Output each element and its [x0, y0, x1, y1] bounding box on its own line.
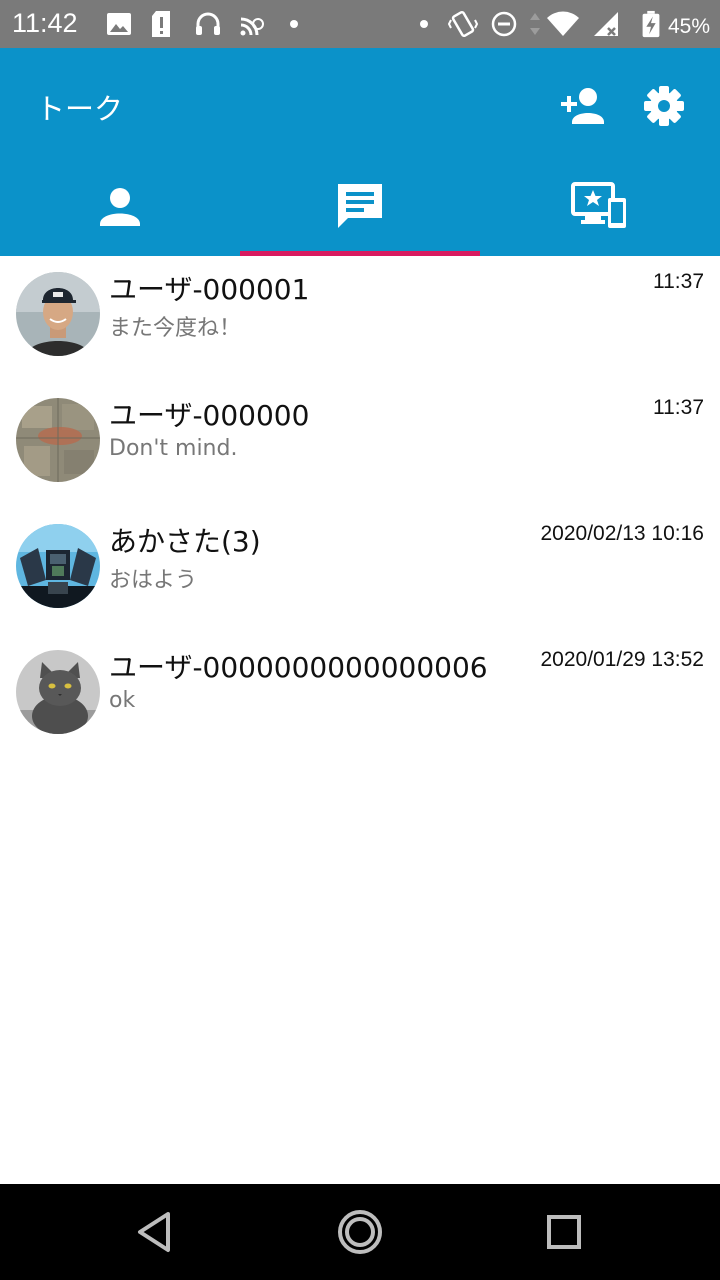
person-icon	[100, 188, 140, 226]
image-icon	[107, 13, 131, 35]
page-title: トーク	[36, 92, 124, 126]
tab-devices[interactable]	[480, 166, 720, 256]
tab-talk[interactable]	[240, 166, 480, 256]
talk-last-message: おはよう	[109, 568, 198, 593]
back-icon[interactable]	[130, 1206, 182, 1258]
talk-name: ユーザ-000001	[109, 273, 310, 306]
dot-icon	[290, 20, 298, 28]
battery-percentage: 45%	[668, 15, 711, 38]
dot-icon	[420, 20, 428, 28]
avatar	[16, 272, 100, 356]
chat-icon	[338, 184, 382, 228]
status-time: 11:42	[12, 8, 78, 38]
status-bar: 11:42 45%	[0, 0, 720, 48]
talk-name: あかさた(3)	[109, 525, 261, 558]
avatar	[16, 524, 100, 608]
talk-name: ユーザ-000000	[109, 399, 310, 432]
devices-icon	[571, 182, 626, 228]
add-friend-icon[interactable]	[556, 78, 612, 134]
talk-row[interactable]: ユーザ-000000 Don't mind. 11:37	[0, 382, 720, 508]
home-icon[interactable]	[334, 1206, 386, 1258]
talk-row[interactable]: ユーザ-0000000000000006 ok 2020/01/29 13:52	[0, 634, 720, 760]
avatar	[16, 650, 100, 734]
talk-time: 11:37	[653, 396, 704, 419]
avatar	[16, 398, 100, 482]
headphones-icon	[196, 12, 220, 35]
settings-icon[interactable]	[636, 78, 692, 134]
battery-charging-icon	[642, 10, 660, 38]
app-bar: トーク	[0, 48, 720, 256]
talk-name: ユーザ-0000000000000006	[109, 651, 488, 684]
do-not-disturb-icon	[491, 11, 517, 37]
no-signal-icon	[594, 12, 618, 36]
talk-last-message: ok	[109, 688, 136, 713]
talk-row[interactable]: あかさた(3) おはよう 2020/02/13 10:16	[0, 508, 720, 634]
talk-row[interactable]: ユーザ-000001 また今度ね！ 11:37	[0, 256, 720, 382]
talk-time: 2020/02/13 10:16	[540, 522, 705, 545]
cast-off-icon	[240, 17, 264, 36]
sd-card-alert-icon	[152, 11, 170, 37]
vibrate-icon	[448, 10, 478, 38]
recents-icon[interactable]	[538, 1206, 590, 1258]
talk-list: ユーザ-000001 また今度ね！ 11:37 ユーザ-000000 Don't…	[0, 256, 720, 760]
wifi-icon	[547, 11, 579, 36]
talk-time: 2020/01/29 13:52	[540, 648, 705, 671]
talk-time: 11:37	[653, 270, 704, 293]
navigation-bar	[0, 1184, 720, 1280]
talk-last-message: また今度ね！	[109, 316, 242, 341]
talk-last-message: Don't mind.	[109, 436, 238, 461]
tab-friends[interactable]	[0, 166, 240, 256]
data-arrows-icon	[530, 13, 540, 35]
